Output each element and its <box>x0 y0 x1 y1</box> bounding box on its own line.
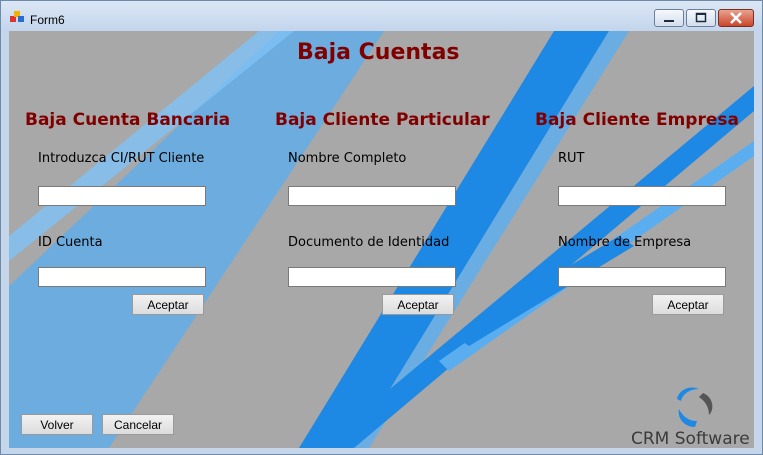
minimize-icon <box>664 20 674 22</box>
nombre-completo-label: Nombre Completo <box>288 151 407 166</box>
close-icon <box>730 12 742 24</box>
window-title: Form6 <box>30 13 65 27</box>
minimize-button[interactable] <box>654 9 684 27</box>
app-icon <box>10 11 24 22</box>
id-cuenta-label: ID Cuenta <box>38 235 103 250</box>
documento-identidad-input[interactable] <box>288 267 456 287</box>
id-cuenta-input[interactable] <box>38 267 206 287</box>
section-heading-cuenta-bancaria: Baja Cuenta Bancaria <box>25 110 231 130</box>
maximize-button[interactable] <box>686 9 716 27</box>
nombre-completo-input[interactable] <box>288 186 456 206</box>
volver-button[interactable]: Volver <box>21 414 93 435</box>
title-bar[interactable]: Form6 <box>1 1 762 31</box>
section-heading-cliente-particular: Baja Cliente Particular <box>275 110 490 130</box>
maximize-icon <box>695 12 707 23</box>
rut-label: RUT <box>558 151 585 166</box>
nombre-empresa-input[interactable] <box>558 267 726 287</box>
section-heading-cliente-empresa: Baja Cliente Empresa <box>535 110 739 130</box>
page-title: Baja Cuentas <box>297 40 460 65</box>
documento-identidad-label: Documento de Identidad <box>288 235 450 250</box>
brand-name: CRM Software <box>631 429 750 448</box>
cancelar-button[interactable]: Cancelar <box>102 414 174 435</box>
close-button[interactable] <box>718 9 754 27</box>
ci-rut-input[interactable] <box>38 186 206 206</box>
crm-logo-icon <box>677 387 713 427</box>
ci-rut-label: Introduzca CI/RUT Cliente <box>38 151 205 166</box>
aceptar-cuenta-button[interactable]: Aceptar <box>132 294 204 315</box>
app-window: Form6 Baja Cuentas Baja Cuenta Bancaria … <box>0 0 763 455</box>
form-client-area: Baja Cuentas Baja Cuenta Bancaria Introd… <box>9 31 754 448</box>
nombre-empresa-label: Nombre de Empresa <box>558 235 692 250</box>
aceptar-particular-button[interactable]: Aceptar <box>382 294 454 315</box>
aceptar-empresa-button[interactable]: Aceptar <box>652 294 724 315</box>
rut-input[interactable] <box>558 186 726 206</box>
